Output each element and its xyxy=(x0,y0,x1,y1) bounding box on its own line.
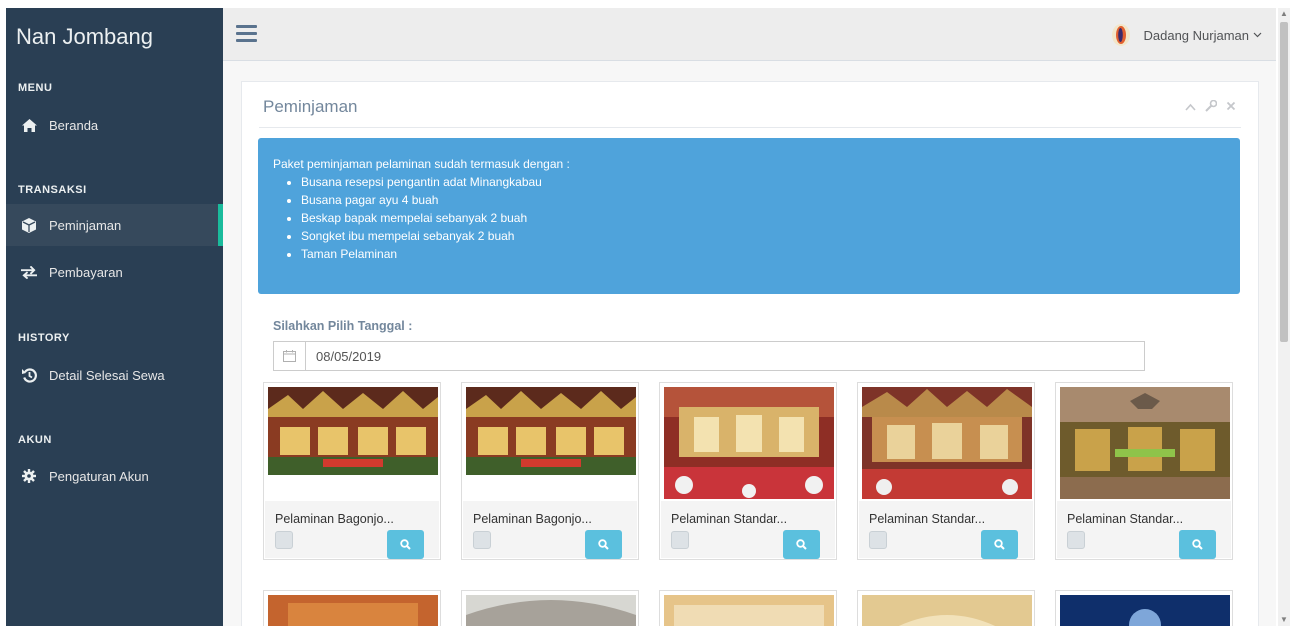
home-icon xyxy=(21,117,37,133)
view-detail-button[interactable] xyxy=(1179,530,1216,559)
divider xyxy=(259,127,1241,128)
pelaminan-standar-photo xyxy=(664,387,834,499)
user-menu[interactable]: Dadang Nurjaman xyxy=(1111,23,1262,47)
pelaminan-card[interactable]: Pelaminan Standar... xyxy=(1055,382,1233,560)
select-checkbox[interactable] xyxy=(473,531,491,549)
search-icon xyxy=(994,539,1005,550)
sidebar: Nan Jombang MENU Beranda TRANSAKSI Pemin… xyxy=(6,8,223,626)
select-checkbox[interactable] xyxy=(275,531,293,549)
pelaminan-card[interactable] xyxy=(857,590,1035,626)
pelaminan-card[interactable] xyxy=(263,590,441,626)
date-label: Silahkan Pilih Tanggal : xyxy=(273,319,413,333)
list-item: Songket ibu mempelai sebanyak 2 buah xyxy=(301,227,1225,245)
app-frame: Nan Jombang MENU Beranda TRANSAKSI Pemin… xyxy=(6,8,1276,626)
section-label-history: HISTORY xyxy=(18,332,70,344)
date-field[interactable]: 08/05/2019 xyxy=(273,341,1145,371)
search-icon xyxy=(400,539,411,550)
package-items-list: Busana resepsi pengantin adat Minangkaba… xyxy=(273,173,1225,263)
cube-icon xyxy=(21,217,37,233)
collapse-icon[interactable] xyxy=(1185,100,1196,115)
search-icon xyxy=(796,539,807,550)
sidebar-item-label: Detail Selesai Sewa xyxy=(49,367,165,383)
pelaminan-bagonjo-photo xyxy=(268,387,438,499)
scroll-up-icon[interactable]: ▲ xyxy=(1278,8,1290,20)
section-label-akun: AKUN xyxy=(18,434,52,446)
exchange-icon xyxy=(21,264,37,280)
pelaminan-card[interactable]: Pelaminan Bagonjo... xyxy=(461,382,639,560)
search-icon xyxy=(598,539,609,550)
scroll-down-icon[interactable]: ▼ xyxy=(1278,614,1290,626)
close-icon[interactable] xyxy=(1226,100,1236,115)
pelaminan-photo xyxy=(664,595,834,626)
menu-toggle-icon[interactable] xyxy=(236,25,257,42)
panel-title: Peminjaman xyxy=(263,97,358,116)
search-icon xyxy=(1192,539,1203,550)
main-content: Peminjaman Paket peminjaman pelaminan su… xyxy=(223,61,1276,626)
card-title: Pelaminan Bagonjo... xyxy=(473,512,592,526)
calendar-icon[interactable] xyxy=(274,342,306,370)
brand-title[interactable]: Nan Jombang xyxy=(16,24,153,50)
sidebar-item-label: Peminjaman xyxy=(49,217,122,233)
wrench-icon[interactable] xyxy=(1205,99,1218,115)
card-body: Pelaminan Bagonjo... xyxy=(265,501,439,559)
panel-tools xyxy=(1185,99,1236,115)
view-detail-button[interactable] xyxy=(783,530,820,559)
pelaminan-photo xyxy=(268,595,438,626)
sidebar-item-pengaturan-akun[interactable]: Pengaturan Akun xyxy=(6,455,223,497)
pelaminan-photo xyxy=(862,595,1032,626)
card-body: Pelaminan Standar... xyxy=(1057,501,1231,559)
sidebar-item-beranda[interactable]: Beranda xyxy=(6,104,223,146)
section-label-transaksi: TRANSAKSI xyxy=(18,184,87,196)
list-item: Busana pagar ayu 4 buah xyxy=(301,191,1225,209)
pelaminan-photo xyxy=(466,595,636,626)
pelaminan-card[interactable] xyxy=(461,590,639,626)
sidebar-item-peminjaman[interactable]: Peminjaman xyxy=(6,204,223,246)
card-body: Pelaminan Standar... xyxy=(859,501,1033,559)
page-scrollbar[interactable]: ▲ ▼ xyxy=(1278,8,1290,626)
view-detail-button[interactable] xyxy=(387,530,424,559)
card-title: Pelaminan Standar... xyxy=(1067,512,1184,526)
card-title: Pelaminan Standar... xyxy=(869,512,986,526)
pelaminan-card[interactable]: Pelaminan Standar... xyxy=(857,382,1035,560)
list-item: Beskap bapak mempelai sebanyak 2 buah xyxy=(301,209,1225,227)
list-item: Taman Pelaminan xyxy=(301,245,1225,263)
card-title: Pelaminan Bagonjo... xyxy=(275,512,394,526)
card-body: Pelaminan Bagonjo... xyxy=(463,501,637,559)
date-value: 08/05/2019 xyxy=(316,348,382,364)
select-checkbox[interactable] xyxy=(671,531,689,549)
chevron-down-icon xyxy=(1253,32,1262,38)
sidebar-item-label: Pembayaran xyxy=(49,264,123,280)
sidebar-item-label: Beranda xyxy=(49,117,99,133)
view-detail-button[interactable] xyxy=(585,530,622,559)
view-detail-button[interactable] xyxy=(981,530,1018,559)
pelaminan-card[interactable] xyxy=(659,590,837,626)
package-info-alert: Paket peminjaman pelaminan sudah termasu… xyxy=(258,138,1240,294)
user-name: Dadang Nurjaman xyxy=(1143,27,1249,43)
pelaminan-standar-photo xyxy=(862,387,1032,499)
pelaminan-card[interactable]: Pelaminan Standar... xyxy=(659,382,837,560)
card-body: Pelaminan Standar... xyxy=(661,501,835,559)
card-title: Pelaminan Standar... xyxy=(671,512,788,526)
pelaminan-photo xyxy=(1060,595,1230,626)
list-item: Busana resepsi pengantin adat Minangkaba… xyxy=(301,173,1225,191)
gear-icon xyxy=(21,468,37,484)
pelaminan-card[interactable] xyxy=(1055,590,1233,626)
avatar xyxy=(1112,24,1131,46)
scroll-thumb[interactable] xyxy=(1280,22,1288,342)
pelaminan-card[interactable]: Pelaminan Bagonjo... xyxy=(263,382,441,560)
select-checkbox[interactable] xyxy=(869,531,887,549)
pelaminan-bagonjo-photo xyxy=(466,387,636,499)
history-icon xyxy=(21,367,37,383)
sidebar-item-label: Pengaturan Akun xyxy=(49,468,149,484)
top-navbar: Dadang Nurjaman xyxy=(223,8,1276,61)
peminjaman-panel: Peminjaman Paket peminjaman pelaminan su… xyxy=(241,81,1259,626)
sidebar-item-pembayaran[interactable]: Pembayaran xyxy=(6,251,223,293)
select-checkbox[interactable] xyxy=(1067,531,1085,549)
alert-intro: Paket peminjaman pelaminan sudah termasu… xyxy=(273,157,570,171)
pelaminan-standar-photo xyxy=(1060,387,1230,499)
sidebar-item-detail-selesai-sewa[interactable]: Detail Selesai Sewa xyxy=(6,354,223,396)
section-label-menu: MENU xyxy=(18,82,53,94)
